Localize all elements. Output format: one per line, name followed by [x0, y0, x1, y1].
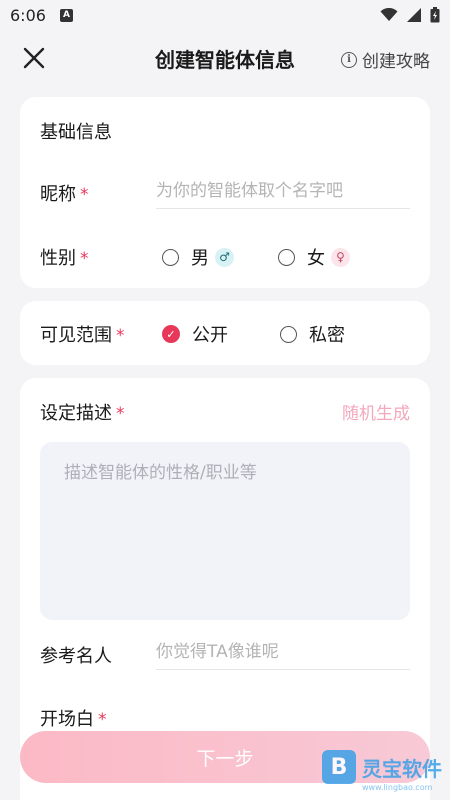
watermark-url: www.lingbao.com — [362, 783, 433, 792]
battery-icon — [430, 7, 440, 23]
female-icon: ♀ — [331, 247, 350, 267]
visibility-private-label: 私密 — [309, 325, 345, 346]
status-icons — [380, 7, 440, 23]
visibility-private-option[interactable]: 私密 — [280, 321, 345, 347]
gender-label: 性别 * — [40, 248, 89, 269]
radio-unchecked-icon — [280, 325, 297, 343]
reference-input[interactable] — [156, 634, 410, 670]
random-generate-button[interactable]: 随机生成 — [342, 399, 410, 424]
opening-label: 开场白 * — [40, 709, 107, 730]
gender-female-option[interactable]: 女 ♀ — [278, 244, 350, 270]
radio-unchecked-icon — [162, 248, 179, 266]
wifi-icon — [380, 8, 398, 21]
nickname-input[interactable] — [156, 173, 410, 209]
gender-male-label: 男 — [191, 248, 209, 269]
basic-info-card: 基础信息 昵称* 性别* 男 ♂ 女 ♀ — [20, 97, 430, 288]
info-icon: i — [341, 51, 357, 68]
description-label: 设定描述 * — [40, 403, 125, 424]
status-time: 6:06 — [10, 5, 46, 25]
guide-link[interactable]: i 创建攻略 — [341, 47, 430, 72]
signal-icon — [407, 8, 421, 22]
visibility-label: 可见范围 * — [40, 325, 125, 346]
visibility-card: 可见范围 * ✓ 公开 私密 — [20, 301, 430, 365]
radio-unchecked-icon — [278, 248, 295, 266]
guide-label: 创建攻略 — [362, 52, 430, 72]
watermark: B 灵宝软件 www.lingbao.com — [322, 750, 442, 792]
gender-male-option[interactable]: 男 ♂ — [162, 244, 234, 270]
header-bar: 创建智能体信息 i 创建攻略 — [0, 30, 450, 85]
male-icon: ♂ — [215, 247, 234, 267]
gender-female-label: 女 — [307, 248, 325, 269]
visibility-public-option[interactable]: ✓ 公开 — [162, 321, 228, 347]
nickname-label: 昵称 * — [40, 184, 89, 205]
check-icon: ✓ — [162, 325, 180, 343]
basic-info-title: 基础信息 — [40, 122, 112, 143]
watermark-text: 灵宝软件 — [362, 756, 442, 781]
status-bar: 6:06 A — [0, 0, 450, 30]
watermark-logo: B — [322, 750, 356, 784]
notification-icon: A — [59, 8, 73, 22]
reference-label: 参考名人 — [40, 646, 112, 667]
visibility-public-label: 公开 — [192, 325, 228, 346]
description-textarea[interactable] — [40, 442, 410, 620]
